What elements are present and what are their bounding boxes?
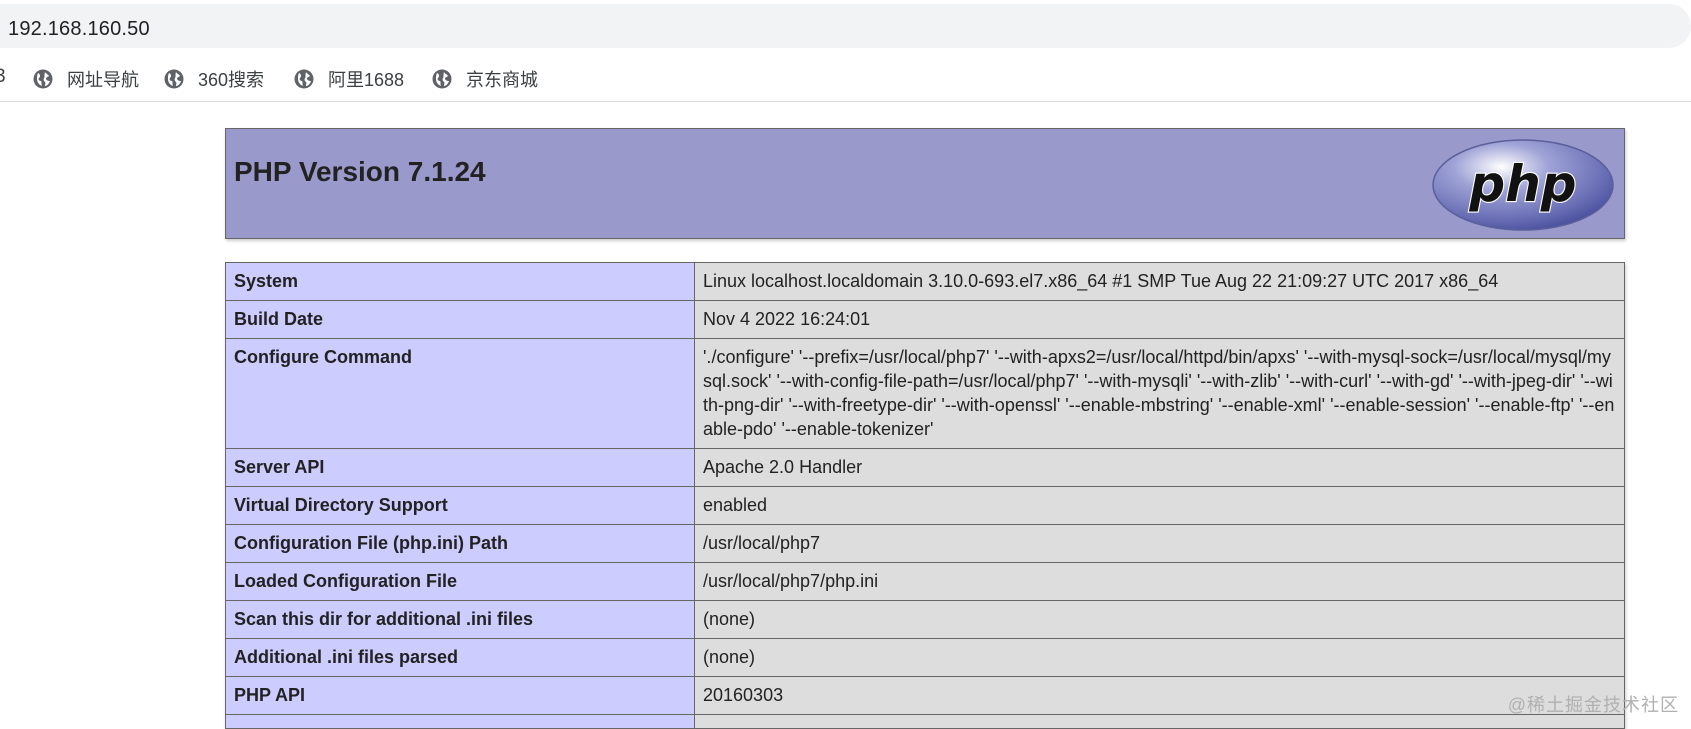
row-value: enabled xyxy=(695,487,1625,525)
table-row: Configuration File (php.ini) Path/usr/lo… xyxy=(226,525,1625,563)
row-value: './configure' '--prefix=/usr/local/php7'… xyxy=(695,339,1625,449)
row-value: /usr/local/php7/php.ini xyxy=(695,563,1625,601)
bookmark-label: 阿里1688 xyxy=(328,66,404,92)
row-label: Server API xyxy=(226,449,695,487)
bookmarks-bar: 3 网址导航 360搜索 阿里1688 京东商城 xyxy=(0,58,1691,102)
bookmark-wangzhi-daohang[interactable]: 网址导航 xyxy=(33,64,139,94)
row-value: (none) xyxy=(695,639,1625,677)
row-label: Scan this dir for additional .ini files xyxy=(226,601,695,639)
table-row: Configure Command'./configure' '--prefix… xyxy=(226,339,1625,449)
row-label xyxy=(226,715,695,729)
bookmark-label: 京东商城 xyxy=(466,66,538,92)
globe-icon xyxy=(164,69,184,89)
row-value: /usr/local/php7 xyxy=(695,525,1625,563)
globe-icon xyxy=(294,69,314,89)
table-row: Build DateNov 4 2022 16:24:01 xyxy=(226,301,1625,339)
row-label: Configuration File (php.ini) Path xyxy=(226,525,695,563)
php-info-table: SystemLinux localhost.localdomain 3.10.0… xyxy=(225,262,1625,729)
php-version-header: PHP Version 7.1.24 php xyxy=(225,128,1625,239)
row-value: 20160303 xyxy=(695,677,1625,715)
table-row: SystemLinux localhost.localdomain 3.10.0… xyxy=(226,263,1625,301)
bookmark-label: 360搜索 xyxy=(198,66,264,92)
browser-address-bar: 192.168.160.50 xyxy=(0,0,1691,52)
row-label: Build Date xyxy=(226,301,695,339)
row-label: PHP API xyxy=(226,677,695,715)
page-title: PHP Version 7.1.24 xyxy=(234,156,486,188)
row-value: Nov 4 2022 16:24:01 xyxy=(695,301,1625,339)
row-label: Configure Command xyxy=(226,339,695,449)
row-value xyxy=(695,715,1625,729)
table-row: Virtual Directory Supportenabled xyxy=(226,487,1625,525)
globe-icon xyxy=(33,69,53,89)
row-label: System xyxy=(226,263,695,301)
bookmark-ali-1688[interactable]: 阿里1688 xyxy=(294,64,404,94)
table-row: Additional .ini files parsed(none) xyxy=(226,639,1625,677)
globe-icon xyxy=(432,69,452,89)
bookmark-label: 网址导航 xyxy=(67,66,139,92)
row-label: Virtual Directory Support xyxy=(226,487,695,525)
row-value: Linux localhost.localdomain 3.10.0-693.e… xyxy=(695,263,1625,301)
url-field[interactable]: 192.168.160.50 xyxy=(0,4,1691,48)
table-row xyxy=(226,715,1625,729)
row-label: Additional .ini files parsed xyxy=(226,639,695,677)
watermark: @稀土掘金技术社区 xyxy=(1508,691,1679,717)
php-logo-text: php xyxy=(1468,155,1576,213)
table-row: Loaded Configuration File/usr/local/php7… xyxy=(226,563,1625,601)
table-row: PHP API20160303 xyxy=(226,677,1625,715)
bookmarks-divider xyxy=(0,101,1691,102)
bookmark-jd-mall[interactable]: 京东商城 xyxy=(432,64,538,94)
phpinfo-page: PHP Version 7.1.24 php SystemLinux local… xyxy=(225,128,1625,239)
table-row: Server APIApache 2.0 Handler xyxy=(226,449,1625,487)
row-value: (none) xyxy=(695,601,1625,639)
bookmark-partial-label[interactable]: 3 xyxy=(0,66,6,88)
bookmark-360-search[interactable]: 360搜索 xyxy=(164,64,264,94)
php-logo[interactable]: php xyxy=(1430,137,1616,233)
row-label: Loaded Configuration File xyxy=(226,563,695,601)
table-row: Scan this dir for additional .ini files(… xyxy=(226,601,1625,639)
row-value: Apache 2.0 Handler xyxy=(695,449,1625,487)
url-text[interactable]: 192.168.160.50 xyxy=(8,18,150,41)
